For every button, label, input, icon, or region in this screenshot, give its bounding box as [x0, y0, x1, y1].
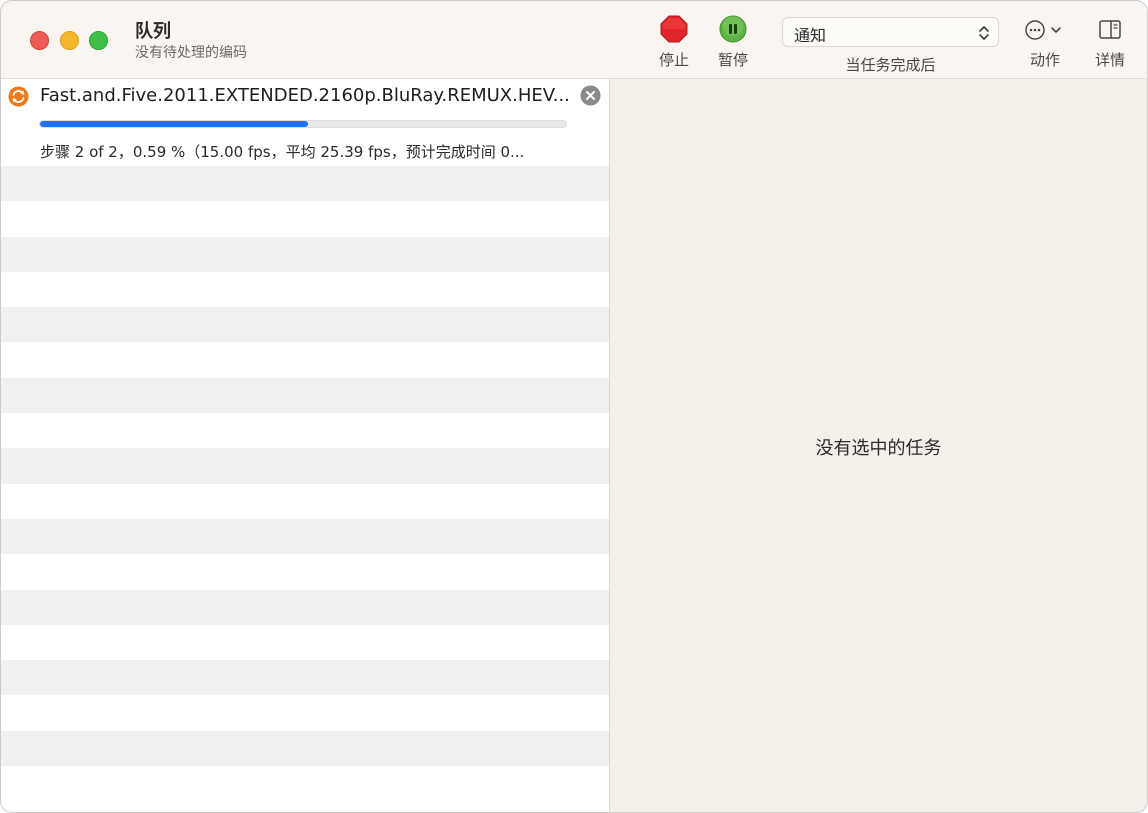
queue-job-row[interactable]: Fast.and.Five.2011.EXTENDED.2160p.BluRay…	[1, 79, 609, 166]
queue-list[interactable]: Fast.and.Five.2011.EXTENDED.2160p.BluRay…	[1, 79, 609, 812]
stop-button[interactable]: 停止	[653, 15, 695, 70]
actions-label: 动作	[1029, 51, 1060, 69]
empty-list-row	[1, 448, 609, 484]
empty-list-row	[1, 236, 609, 272]
queue-window: 队列 没有待处理的编码 停止 暂停 通知 当任务完成后 动作 详情 Fast.a…	[0, 0, 1148, 813]
empty-list-row	[1, 730, 609, 767]
empty-list-row	[1, 483, 609, 519]
empty-list-row	[1, 766, 609, 802]
empty-list-rows	[1, 166, 609, 802]
pause-icon	[719, 15, 747, 43]
job-progress-bar	[39, 120, 567, 128]
remove-job-icon[interactable]	[580, 85, 601, 106]
empty-list-row	[1, 342, 609, 378]
chevron-up-down-icon	[979, 26, 989, 40]
job-title: Fast.and.Five.2011.EXTENDED.2160p.BluRay…	[40, 85, 570, 106]
encoding-status-icon	[8, 86, 29, 107]
window-title: 队列	[135, 21, 171, 42]
details-button[interactable]: 详情	[1089, 15, 1131, 70]
when-done-select[interactable]: 通知	[782, 17, 999, 47]
zoom-window-button[interactable]	[89, 31, 108, 50]
pause-label: 暂停	[717, 51, 748, 69]
empty-list-row	[1, 413, 609, 449]
when-done-caption: 当任务完成后	[845, 56, 936, 74]
empty-list-row	[1, 201, 609, 237]
window-subtitle: 没有待处理的编码	[135, 45, 247, 61]
empty-list-row	[1, 518, 609, 555]
job-detail-pane: 没有选中的任务	[610, 79, 1147, 812]
job-progress-detail: 步骤 2 of 2，0.59 %（15.00 fps，平均 25.39 fps，…	[40, 143, 525, 161]
when-done-value: 通知	[794, 26, 827, 45]
minimize-window-button[interactable]	[60, 31, 79, 50]
ellipsis-circle-icon	[1025, 20, 1061, 40]
empty-list-row	[1, 660, 609, 696]
empty-list-row	[1, 624, 609, 661]
empty-list-row	[1, 271, 609, 308]
empty-list-row	[1, 589, 609, 625]
actions-menu-button[interactable]: 动作	[1020, 15, 1070, 70]
sidebar-right-icon	[1099, 20, 1121, 39]
stop-label: 停止	[658, 51, 689, 69]
details-label: 详情	[1094, 51, 1125, 69]
empty-list-row	[1, 695, 609, 731]
empty-list-row	[1, 307, 609, 343]
pause-button[interactable]: 暂停	[712, 15, 754, 70]
empty-list-row	[1, 166, 609, 202]
empty-list-row	[1, 554, 609, 590]
toolbar: 队列 没有待处理的编码 停止 暂停 通知 当任务完成后 动作 详情	[1, 1, 1147, 79]
close-window-button[interactable]	[30, 31, 49, 50]
job-progress-fill	[40, 121, 309, 127]
no-selection-message: 没有选中的任务	[815, 438, 942, 459]
empty-list-row	[1, 377, 609, 414]
stop-icon	[660, 15, 688, 43]
